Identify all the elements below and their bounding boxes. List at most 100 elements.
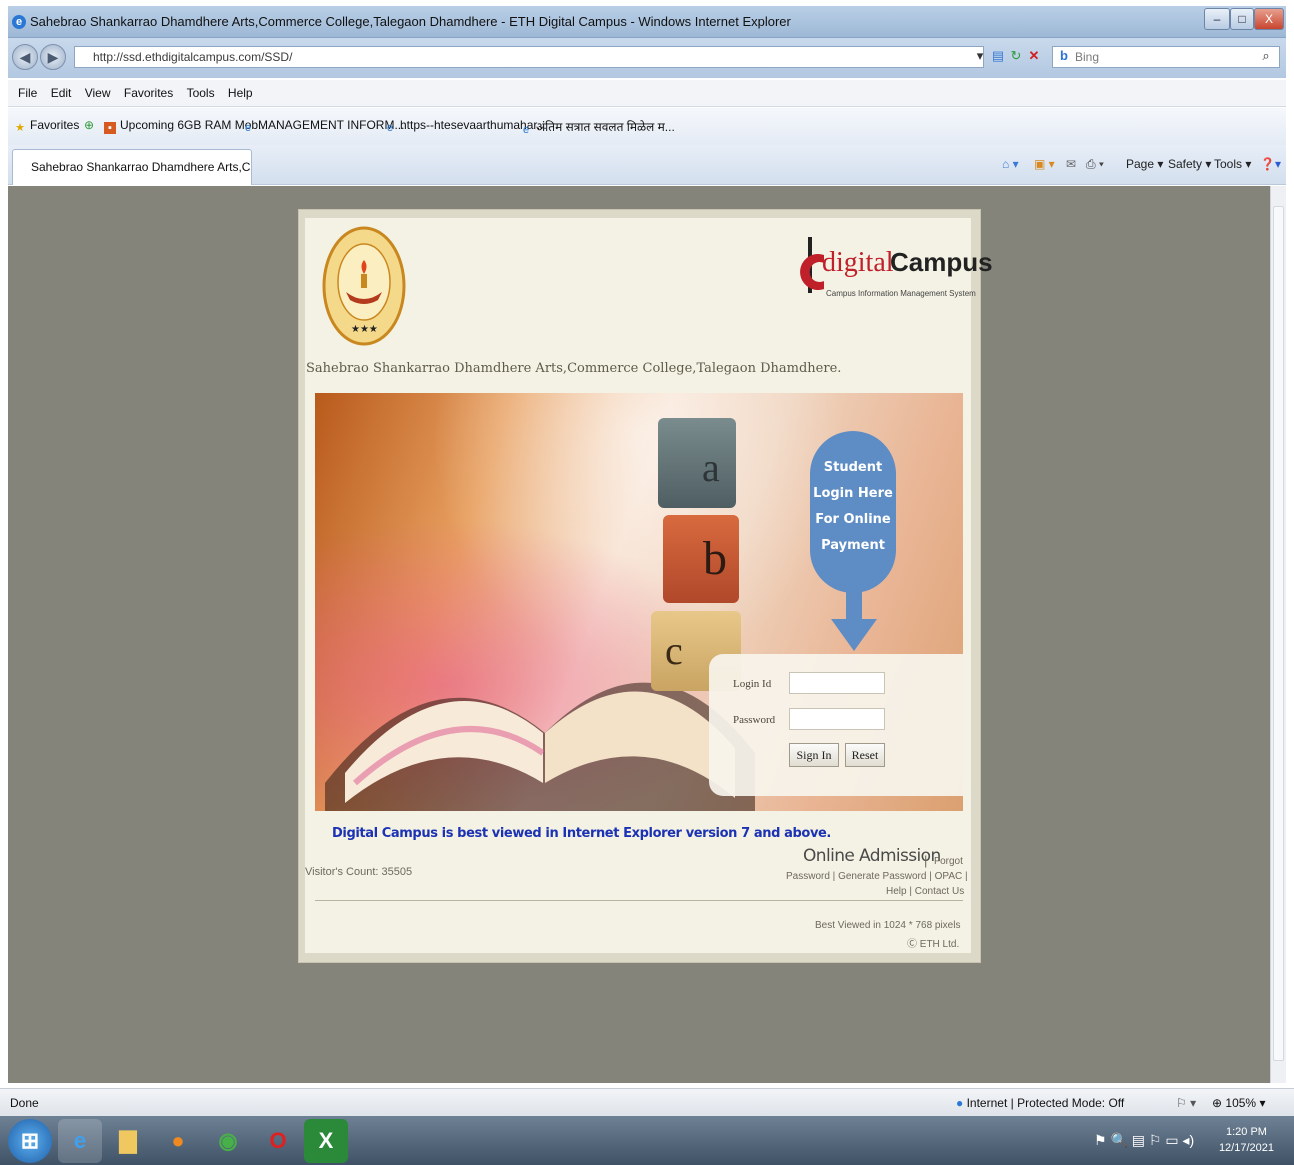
badge-line-1: Student: [823, 460, 883, 475]
feeds-icon[interactable]: ▣ ▾: [1034, 157, 1055, 171]
url-input[interactable]: http://ssd.ethdigitalcampus.com/SSD/: [74, 46, 984, 68]
help-link[interactable]: Help: [886, 886, 907, 897]
opera-icon[interactable]: O: [256, 1119, 300, 1163]
brand-tagline: Campus Information Management System: [826, 289, 976, 298]
minimize-button[interactable]: –: [1204, 8, 1230, 30]
tray-icons[interactable]: ⚑ 🔍 ▤ ⚐ ▭ ◂): [1094, 1132, 1194, 1149]
generate-password-link[interactable]: Generate Password: [838, 871, 926, 882]
page-menu[interactable]: Page ▾: [1126, 157, 1163, 171]
login-id-label: Login Id: [733, 678, 772, 690]
forward-button[interactable]: ▶: [40, 44, 66, 70]
opac-link[interactable]: OPAC: [935, 871, 963, 882]
refresh-icon[interactable]: ↻: [1008, 48, 1024, 64]
search-placeholder: Bing: [1075, 50, 1100, 64]
window-title-bar: e Sahebrao Shankarrao Dhamdhere Arts,Com…: [8, 6, 1286, 38]
help-icon[interactable]: ❓▾: [1260, 157, 1281, 171]
links-row-2: Password | Generate Password | OPAC |: [786, 871, 968, 882]
fav-item-4[interactable]: e अंतिम सत्रात सवलत मिळेल म...: [520, 118, 675, 136]
status-text: Done: [10, 1096, 39, 1110]
digital-campus-logo: digital Campus Campus Information Manage…: [794, 233, 993, 303]
fav-item-2-label: MANAGEMENT INFORM...: [258, 118, 405, 132]
ie-taskbar-icon[interactable]: e: [58, 1119, 102, 1163]
menu-tools[interactable]: Tools: [187, 80, 215, 107]
explorer-folder-icon[interactable]: ▇: [106, 1119, 150, 1163]
zoom-icon: ⊕: [1212, 1096, 1223, 1110]
reset-button[interactable]: Reset: [845, 743, 885, 767]
home-icon[interactable]: ⌂ ▾: [1002, 157, 1019, 171]
tab-label: Sahebrao Shankarrao Dhamdhere Arts,Comme…: [31, 160, 251, 174]
dropdown-arrow-icon[interactable]: ▾: [972, 48, 988, 64]
ie-logo-icon: e: [12, 15, 26, 29]
add-favorite-icon[interactable]: ⊕: [84, 118, 94, 132]
sign-in-button[interactable]: Sign In: [789, 743, 839, 767]
tools-menu[interactable]: Tools ▾: [1214, 157, 1251, 171]
excel-icon[interactable]: X: [304, 1119, 348, 1163]
favorites-label: Favorites: [30, 118, 80, 132]
menu-view[interactable]: View: [85, 80, 111, 107]
mail-icon[interactable]: ✉: [1066, 157, 1076, 171]
forgot-password-link[interactable]: Password: [786, 871, 830, 882]
system-clock[interactable]: 1:20 PM 12/17/2021: [1219, 1124, 1274, 1156]
college-name: Sahebrao Shankarrao Dhamdhere Arts,Comme…: [306, 361, 842, 376]
tab-row: Sahebrao Shankarrao Dhamdhere Arts,Comme…: [8, 145, 1286, 185]
down-arrow-icon: [831, 579, 877, 651]
maximize-button[interactable]: □: [1230, 8, 1254, 30]
student-login-badge[interactable]: Student Login Here For Online Payment: [810, 431, 896, 593]
stop-icon[interactable]: ✕: [1026, 48, 1042, 64]
online-admission-link[interactable]: Online Admission: [803, 846, 941, 866]
compatibility-icon[interactable]: ▤: [990, 48, 1006, 64]
best-viewed-ie-notice: Digital Campus is best viewed in Interne…: [332, 826, 831, 841]
url-text: http://ssd.ethdigitalcampus.com/SSD/: [93, 50, 293, 64]
firefox-icon[interactable]: ●: [156, 1119, 200, 1163]
login-id-input[interactable]: [789, 672, 885, 694]
star-icon: ★: [15, 122, 25, 134]
scrollbar-thumb[interactable]: [1273, 206, 1284, 1061]
vertical-scrollbar[interactable]: [1270, 186, 1286, 1083]
back-button[interactable]: ◀: [12, 44, 38, 70]
menu-edit[interactable]: Edit: [51, 80, 72, 107]
badge-line-3: For Online: [815, 512, 891, 527]
login-form: Login Id Password Sign In Reset: [709, 654, 963, 796]
svg-text:★★★: ★★★: [351, 324, 378, 335]
start-button-icon[interactable]: ⊞: [8, 1119, 52, 1163]
clock-date: 12/17/2021: [1218, 1142, 1274, 1154]
badge-line-2: Login Here: [813, 486, 893, 501]
separator: |: [924, 853, 928, 868]
safety-menu[interactable]: Safety ▾: [1168, 157, 1211, 171]
password-input[interactable]: [789, 708, 885, 730]
fav-item-4-label: अंतिम सत्रात सवलत मिळेल म...: [536, 120, 675, 134]
globe-icon: ●: [956, 1096, 964, 1110]
search-icon[interactable]: ⌕: [1258, 48, 1274, 64]
footer-divider: [315, 900, 963, 901]
brand-campus: Campus: [890, 247, 993, 277]
print-icon[interactable]: ⎙ ▾: [1086, 157, 1104, 172]
footer-resolution: Best Viewed in 1024 * 768 pixels: [815, 920, 961, 931]
zone-text: Internet | Protected Mode: Off: [966, 1096, 1125, 1110]
active-tab[interactable]: Sahebrao Shankarrao Dhamdhere Arts,Comme…: [12, 149, 252, 185]
links-row-3: Help | Contact Us: [886, 886, 965, 897]
forgot-link[interactable]: Forgot: [934, 856, 963, 867]
favorites-button[interactable]: ★ Favorites: [14, 118, 79, 134]
zoom-level: 105%: [1225, 1096, 1257, 1110]
ie-page-icon: e: [244, 122, 252, 134]
fav-item-2[interactable]: e MANAGEMENT INFORM...: [242, 118, 405, 134]
menu-help[interactable]: Help: [228, 80, 253, 107]
zoom-control[interactable]: ⊕ 105% ▾: [1212, 1096, 1265, 1110]
clock-time: 1:20 PM: [1225, 1126, 1267, 1138]
college-seal-logo: ★★★: [322, 226, 406, 346]
chrome-icon[interactable]: ◉: [206, 1119, 250, 1163]
menu-favorites[interactable]: Favorites: [124, 80, 173, 107]
contact-us-link[interactable]: Contact Us: [915, 886, 964, 897]
window-title: Sahebrao Shankarrao Dhamdhere Arts,Comme…: [30, 14, 791, 29]
page-icon: ▪: [104, 122, 116, 134]
zone-indicator[interactable]: ● Internet | Protected Mode: Off: [956, 1096, 1124, 1110]
search-input[interactable]: Bing: [1052, 46, 1280, 68]
menu-bar: File Edit View Favorites Tools Help: [8, 80, 1286, 107]
security-icon[interactable]: ⚐ ▾: [1176, 1096, 1196, 1110]
bing-icon: b: [1060, 48, 1068, 63]
ie-page-icon: e: [522, 124, 530, 136]
windows-taskbar: ⊞ e ▇ ● ◉ O X ⚑ 🔍 ▤ ⚐ ▭ ◂) 1:20 PM 12/17…: [0, 1116, 1294, 1165]
close-button[interactable]: X: [1254, 8, 1284, 30]
menu-file[interactable]: File: [18, 80, 37, 107]
footer-company: Ⓒ ETH Ltd.: [907, 939, 960, 950]
